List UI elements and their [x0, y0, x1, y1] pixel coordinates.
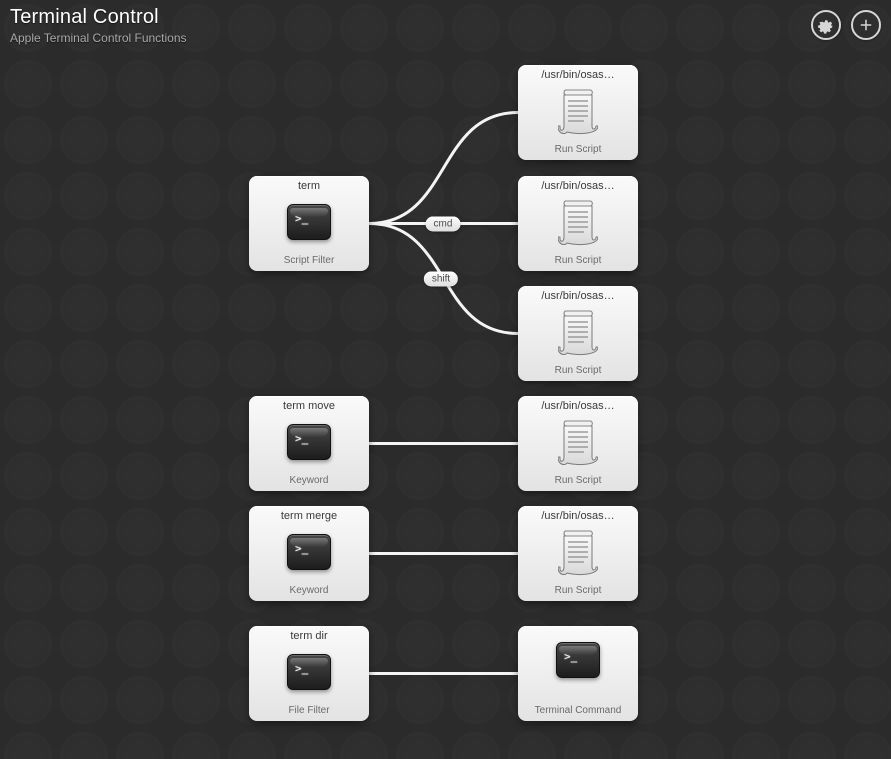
terminal-icon: >_	[287, 424, 331, 460]
terminal-icon: >_	[287, 654, 331, 690]
node-title: term	[298, 180, 320, 192]
node-title: term dir	[290, 630, 327, 642]
script-icon	[558, 418, 598, 466]
terminal-icon: >_	[556, 642, 600, 678]
node-icon-wrap	[554, 528, 602, 576]
node-title: /usr/bin/osas…	[541, 290, 614, 302]
node-icon-wrap	[554, 418, 602, 466]
node-subtitle: Run Script	[555, 365, 602, 376]
script-icon	[558, 308, 598, 356]
connection-layer	[0, 0, 891, 759]
terminal-icon: >_	[287, 534, 331, 570]
workflow-node-n4[interactable]: /usr/bin/osas… Run Script	[518, 286, 638, 381]
node-title: /usr/bin/osas…	[541, 510, 614, 522]
node-icon-wrap: >_	[285, 648, 333, 696]
node-icon-wrap	[554, 308, 602, 356]
workflow-node-n3[interactable]: /usr/bin/osas… Run Script	[518, 176, 638, 271]
node-icon-wrap	[554, 198, 602, 246]
node-title: term merge	[281, 510, 337, 522]
node-icon-wrap: >_	[285, 528, 333, 576]
connection-line	[369, 113, 518, 224]
node-title: /usr/bin/osas…	[541, 400, 614, 412]
node-subtitle: Keyword	[290, 585, 329, 596]
node-title: /usr/bin/osas…	[541, 69, 614, 81]
node-subtitle: Run Script	[555, 475, 602, 486]
workflow-node-n9[interactable]: term dir >_ File Filter	[249, 626, 369, 721]
node-icon-wrap: >_	[285, 418, 333, 466]
modifier-badge-shift[interactable]: shift	[424, 272, 458, 287]
workflow-canvas[interactable]: term >_ Script Filter/usr/bin/osas… Run Sc…	[0, 0, 891, 759]
node-icon-wrap: >_	[285, 198, 333, 246]
node-subtitle: Script Filter	[284, 255, 335, 266]
terminal-icon: >_	[287, 204, 331, 240]
workflow-node-n2[interactable]: /usr/bin/osas… Run Script	[518, 65, 638, 160]
workflow-node-n10[interactable]: >_ Terminal Command	[518, 626, 638, 721]
script-icon	[558, 87, 598, 135]
node-subtitle: Keyword	[290, 475, 329, 486]
workflow-node-n8[interactable]: /usr/bin/osas… Run Script	[518, 506, 638, 601]
node-subtitle: Run Script	[555, 144, 602, 155]
modifier-badge-cmd[interactable]: cmd	[426, 217, 461, 232]
node-icon-wrap	[554, 87, 602, 135]
workflow-node-n6[interactable]: /usr/bin/osas… Run Script	[518, 396, 638, 491]
script-icon	[558, 528, 598, 576]
node-subtitle: Run Script	[555, 255, 602, 266]
node-subtitle: Terminal Command	[535, 705, 622, 716]
workflow-node-n7[interactable]: term merge >_ Keyword	[249, 506, 369, 601]
workflow-node-n1[interactable]: term >_ Script Filter	[249, 176, 369, 271]
node-subtitle: Run Script	[555, 585, 602, 596]
workflow-node-n5[interactable]: term move >_ Keyword	[249, 396, 369, 491]
node-icon-wrap: >_	[554, 636, 602, 684]
node-title: /usr/bin/osas…	[541, 180, 614, 192]
node-title: term move	[283, 400, 335, 412]
node-subtitle: File Filter	[288, 705, 329, 716]
script-icon	[558, 198, 598, 246]
